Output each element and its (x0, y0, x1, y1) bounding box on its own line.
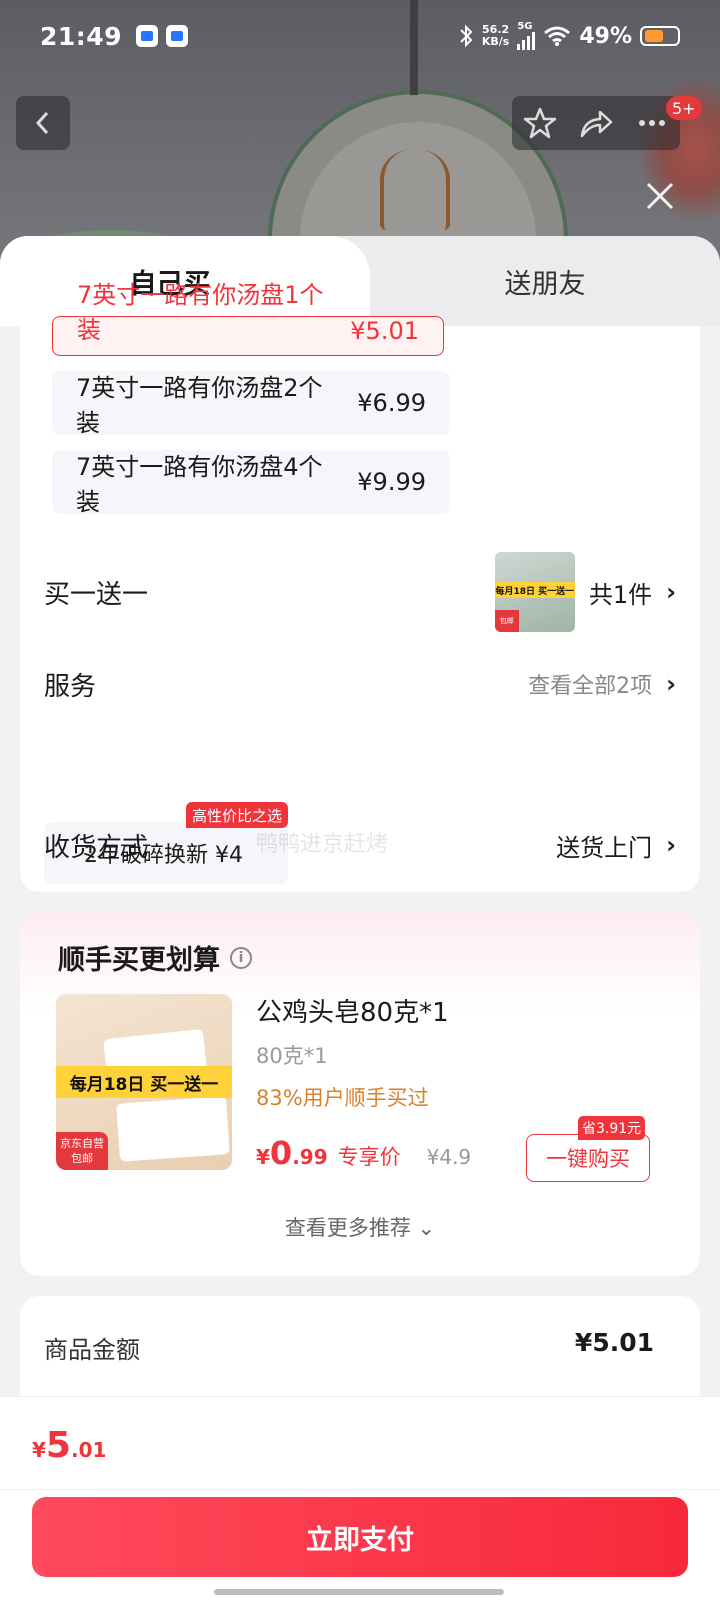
bogo-count: 共1件 (588, 580, 653, 609)
recommend-product-name[interactable]: 公鸡头皂80克*1 (256, 992, 449, 1029)
recommend-product-image[interactable]: 每月18日 买一送一 京东自营 包邮 (56, 994, 232, 1170)
delivery-value: 送货上门 (556, 833, 653, 862)
one-click-buy-button[interactable]: 一键购买 (526, 1134, 650, 1182)
share-icon[interactable] (578, 106, 614, 140)
app-notification-icon (136, 25, 159, 47)
delivery-label: 收货方式 (44, 832, 149, 863)
battery-percent: 49% (579, 23, 632, 49)
more-recommendations-link[interactable]: 查看更多推荐 ⌄ (20, 1212, 700, 1242)
variant-option[interactable]: 7英寸一路有你汤盘4个装 ¥9.99 (52, 450, 450, 516)
battery-icon (640, 26, 680, 46)
service-view-all: 查看全部2项 (528, 674, 653, 699)
recommend-title: 顺手买更划算 i (58, 938, 252, 977)
service-label: 服务 (44, 671, 97, 702)
delivery-row[interactable]: 收货方式 送货上门 › (44, 820, 676, 870)
bogo-row[interactable]: 买一送一 每月18日 买一送一 包邮 共1件 › (44, 552, 676, 632)
bogo-label: 买一送一 (44, 579, 149, 610)
chevron-right-icon: › (666, 670, 676, 698)
amount-value: ¥5.01 (574, 1328, 654, 1357)
info-icon[interactable]: i (230, 946, 252, 969)
recommend-product-spec: 80克*1 (256, 1044, 328, 1068)
variant-option[interactable]: 7英寸一路有你汤盘2个装 ¥6.99 (52, 371, 450, 437)
recommend-price: ¥ 0 .99 专享价 ¥4.9 (256, 1134, 472, 1172)
status-indicators: 56.2 KB/s 5G 49% (458, 22, 680, 50)
chevron-right-icon: › (666, 578, 676, 606)
app-notification-icon (166, 25, 189, 47)
close-icon[interactable] (640, 176, 680, 216)
service-row[interactable]: 服务 查看全部2项 › (44, 660, 676, 708)
total-price: ¥ 5 .01 (32, 1425, 107, 1466)
more-icon[interactable] (634, 106, 670, 140)
nav-actions (512, 96, 680, 150)
recommend-bought-rate: 83%用户顺手买过 (256, 1086, 429, 1110)
recommend-card: 顺手买更划算 i 每月18日 买一送一 京东自营 包邮 公鸡头皂80克*1 80… (20, 912, 700, 1276)
status-app-icons (136, 25, 189, 47)
back-button[interactable] (16, 96, 70, 150)
bluetooth-icon (460, 24, 473, 48)
chevron-down-icon: ⌄ (417, 1216, 436, 1240)
options-card: 7英寸一路有你汤盘1个装 ¥5.01 7英寸一路有你汤盘2个装 ¥6.99 7英… (20, 281, 700, 892)
wifi-icon (544, 26, 571, 46)
pay-now-button[interactable]: 立即支付 (32, 1497, 688, 1577)
divider (0, 1489, 720, 1490)
status-time: 21:49 (40, 21, 123, 51)
status-bar: 21:49 56.2 KB/s 5G 49% (0, 0, 720, 72)
chevron-left-icon (35, 111, 49, 135)
cellular-indicator: 5G (517, 22, 536, 50)
jd-self-tag: 京东自营 包邮 (56, 1132, 108, 1170)
tab-gift-friend[interactable]: 送朋友 (370, 236, 720, 326)
net-speed: 56.2 KB/s (481, 23, 510, 48)
signal-icon (517, 32, 536, 50)
variant-option-selected[interactable]: 7英寸一路有你汤盘1个装 ¥5.01 (52, 281, 444, 356)
star-icon[interactable] (522, 106, 558, 140)
message-badge: 5+ (666, 96, 702, 120)
deer-decor (380, 150, 450, 230)
home-indicator[interactable] (214, 1589, 504, 1595)
checkout-bar: ¥ 5 .01 立即支付 (0, 1396, 720, 1600)
save-tag: 省3.91元 (578, 1116, 646, 1140)
chevron-right-icon: › (666, 831, 676, 859)
amount-label: 商品金额 (44, 1336, 140, 1364)
gift-thumbnail: 每月18日 买一送一 包邮 (494, 552, 575, 632)
